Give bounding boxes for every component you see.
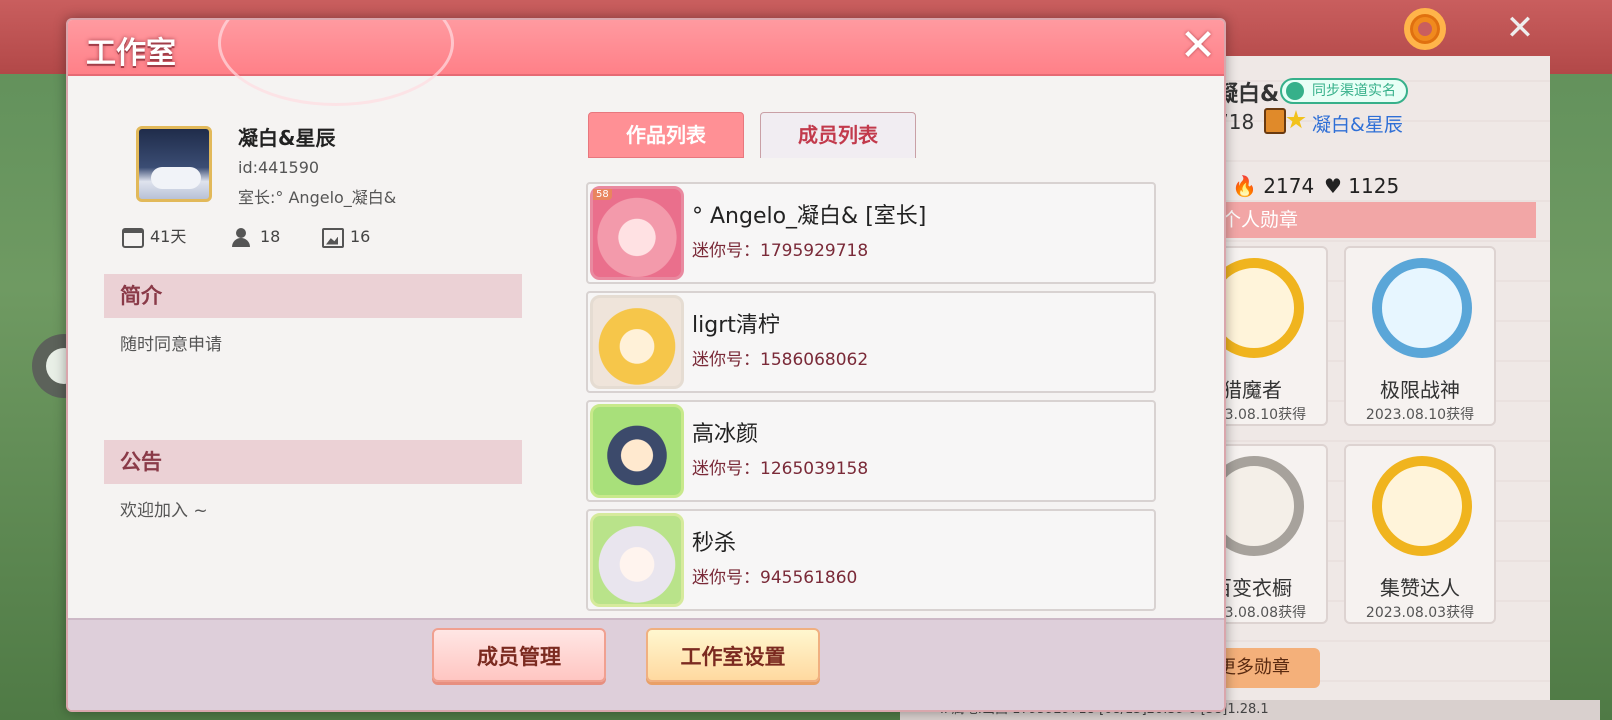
member-row[interactable]: 秒杀 迷你号：945561860 (586, 509, 1156, 611)
member-row[interactable]: ligrt清柠 迷你号：1586068062 (586, 291, 1156, 393)
member-row[interactable]: 58 ° Angelo_凝白& [室长] 迷你号：1795929718 (586, 182, 1156, 284)
member-mini-id: 迷你号：1265039158 (692, 459, 869, 479)
member-name: 秒杀 (692, 531, 737, 556)
member-name: ° Angelo_凝白& [室长] (692, 204, 927, 229)
member-name: ligrt清柠 (692, 313, 780, 338)
studio-works-stat: 16 (322, 226, 370, 248)
studio-works-value: 16 (350, 227, 371, 246)
member-avatar (590, 404, 684, 498)
medal-date: 2023.08.10获得 (1365, 407, 1475, 423)
member-mini-id: 迷你号：1586068062 (692, 350, 869, 370)
close-icon[interactable]: ✕ (1174, 22, 1222, 70)
studio-avatar (136, 126, 212, 202)
background-close-icon[interactable]: ✕ (1500, 8, 1540, 48)
level-badge: 58 (593, 189, 612, 200)
tab-works-list[interactable]: 作品列表 (588, 112, 744, 158)
medal-date: 2023.08.03获得 (1365, 605, 1475, 621)
member-mini-id: 迷你号：945561860 (692, 568, 858, 588)
studio-settings-button[interactable]: 工作室设置 (646, 628, 820, 682)
medal-section-title: 个人勋章 (1200, 202, 1536, 238)
notice-text: 欢迎加入 ~ (120, 501, 208, 521)
users-icon (232, 227, 254, 248)
modal-title: 工作室 (86, 36, 176, 71)
medal-name: 集赞达人 (1380, 576, 1460, 600)
studio-members-value: 18 (260, 227, 281, 246)
medal-icon (1372, 456, 1472, 556)
gear-icon[interactable] (1404, 8, 1446, 50)
calendar-icon (122, 227, 144, 248)
studio-modal: 工作室 ✕ 凝白&星辰 id:441590 室长:° Angelo_凝白& 41… (66, 18, 1226, 712)
sync-realname-badge[interactable]: 同步渠道实名 (1280, 78, 1408, 104)
member-avatar (590, 513, 684, 607)
modal-header: 工作室 ✕ (68, 20, 1224, 106)
member-mini-id: 迷你号：1795929718 (692, 241, 869, 261)
studio-days-stat: 41天 (122, 226, 186, 248)
medal-icon (1372, 258, 1472, 358)
member-row[interactable]: 高冰颜 迷你号：1265039158 (586, 400, 1156, 502)
medal-card[interactable]: 极限战神 2023.08.10获得 (1344, 246, 1496, 426)
studio-id: id:441590 (238, 158, 320, 177)
member-avatar: 58 (590, 186, 684, 280)
fire-stat: 🔥 2174 (1232, 174, 1315, 198)
image-icon (322, 227, 344, 248)
heart-icon: ♥ (1324, 174, 1342, 198)
heart-stat: ♥ 1125 (1324, 174, 1400, 198)
studio-link[interactable]: 凝白&星辰 (1312, 110, 1403, 137)
studio-name: 凝白&星辰 (238, 126, 336, 150)
member-manage-button[interactable]: 成员管理 (432, 628, 606, 682)
document-icon[interactable] (1264, 108, 1286, 134)
member-name: 高冰颜 (692, 422, 759, 447)
studio-owner: 室长:° Angelo_凝白& (238, 188, 397, 207)
studio-members-stat: 18 (232, 226, 280, 248)
fire-icon: 🔥 (1232, 174, 1257, 198)
tab-members-list[interactable]: 成员列表 (760, 112, 916, 158)
modal-footer: 成员管理 工作室设置 (68, 618, 1224, 710)
intro-text: 随时同意申请 (120, 335, 222, 355)
intro-title: 简介 (104, 274, 522, 318)
studio-days-value: 41天 (150, 227, 187, 246)
notice-title: 公告 (104, 440, 522, 484)
medal-card[interactable]: 集赞达人 2023.08.03获得 (1344, 444, 1496, 624)
medal-name: 极限战神 (1380, 378, 1460, 402)
member-avatar (590, 295, 684, 389)
